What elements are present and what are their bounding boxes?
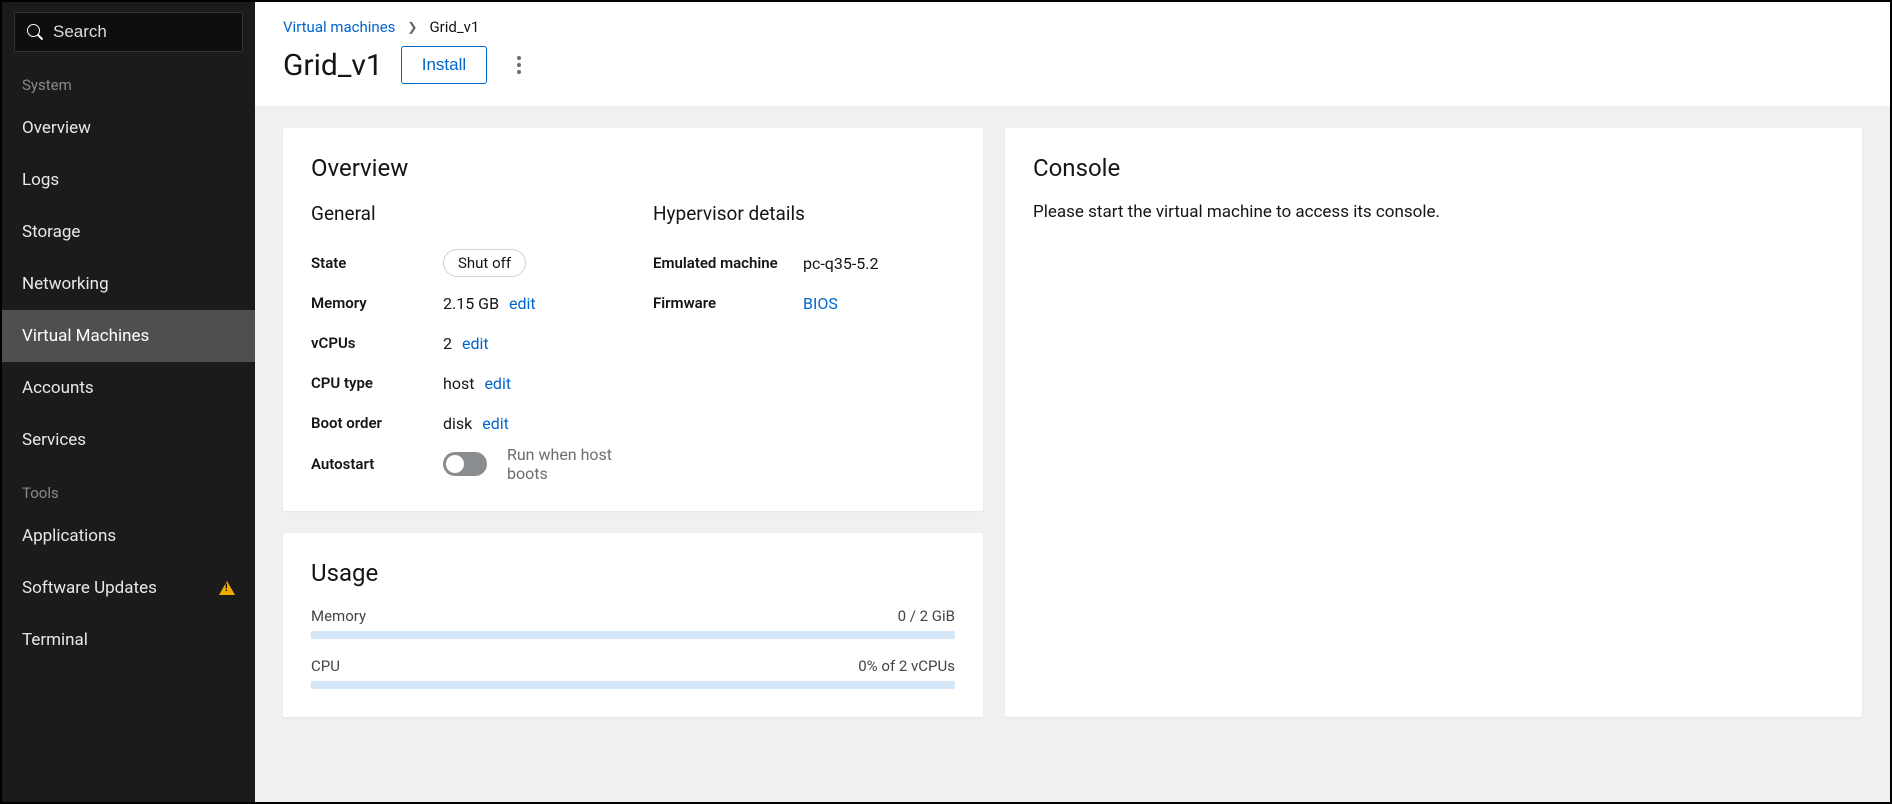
general-title: General [311, 202, 613, 225]
usage-card: Usage Memory 0 / 2 GiB CPU 0% of 2 vCPUs [283, 533, 983, 717]
vcpus-value: 2 [443, 334, 452, 353]
search-icon [27, 24, 43, 40]
state-label: State [311, 254, 443, 272]
autostart-label: Autostart [311, 455, 443, 473]
console-message: Please start the virtual machine to acce… [1033, 202, 1834, 222]
sidebar-item-accounts[interactable]: Accounts [2, 362, 255, 414]
memory-value: 2.15 GB [443, 294, 499, 313]
usage-cpu-bar [311, 681, 955, 689]
warning-icon [219, 581, 235, 595]
autostart-toggle[interactable] [443, 452, 487, 476]
sidebar: System Overview Logs Storage Networking … [2, 2, 255, 802]
boot-order-value: disk [443, 414, 472, 433]
sidebar-section-tools: Tools [2, 466, 255, 510]
breadcrumb-root[interactable]: Virtual machines [283, 18, 395, 36]
cpu-type-edit-link[interactable]: edit [484, 374, 511, 393]
search-box[interactable] [14, 12, 243, 52]
page-header: Virtual machines ❯ Grid_v1 Grid_v1 Insta… [255, 2, 1890, 106]
actions-menu-button[interactable] [505, 49, 533, 81]
boot-order-edit-link[interactable]: edit [482, 414, 509, 433]
emulated-value: pc-q35-5.2 [803, 254, 878, 273]
sidebar-item-logs[interactable]: Logs [2, 154, 255, 206]
cpu-type-value: host [443, 374, 474, 393]
sidebar-item-storage[interactable]: Storage [2, 206, 255, 258]
memory-label: Memory [311, 294, 443, 312]
overview-title: Overview [311, 154, 955, 182]
vcpus-label: vCPUs [311, 334, 443, 352]
cpu-type-label: CPU type [311, 374, 443, 392]
autostart-description: Run when host boots [507, 445, 613, 483]
sidebar-section-system: System [2, 58, 255, 102]
memory-edit-link[interactable]: edit [509, 294, 536, 313]
sidebar-item-overview[interactable]: Overview [2, 102, 255, 154]
usage-memory-value: 0 / 2 GiB [898, 607, 955, 625]
install-button[interactable]: Install [401, 46, 487, 84]
usage-memory-label: Memory [311, 607, 366, 625]
main: Virtual machines ❯ Grid_v1 Grid_v1 Insta… [255, 2, 1890, 802]
vcpus-edit-link[interactable]: edit [462, 334, 489, 353]
sidebar-item-services[interactable]: Services [2, 414, 255, 466]
sidebar-item-networking[interactable]: Networking [2, 258, 255, 310]
usage-memory-bar [311, 631, 955, 639]
overview-card: Overview General State Shut off Memory 2… [283, 128, 983, 511]
boot-order-label: Boot order [311, 414, 443, 432]
console-title: Console [1033, 154, 1834, 182]
sidebar-item-applications[interactable]: Applications [2, 510, 255, 562]
usage-cpu-label: CPU [311, 657, 340, 675]
sidebar-item-software-updates[interactable]: Software Updates [2, 562, 255, 614]
search-input[interactable] [53, 22, 230, 42]
emulated-label: Emulated machine [653, 254, 803, 272]
chevron-right-icon: ❯ [407, 20, 417, 34]
firmware-label: Firmware [653, 294, 803, 312]
sidebar-item-virtual-machines[interactable]: Virtual Machines [2, 310, 255, 362]
console-card: Console Please start the virtual machine… [1005, 128, 1862, 717]
hypervisor-title: Hypervisor details [653, 202, 955, 225]
usage-title: Usage [311, 559, 955, 587]
breadcrumb: Virtual machines ❯ Grid_v1 [283, 18, 1862, 36]
breadcrumb-current: Grid_v1 [429, 18, 479, 36]
firmware-link[interactable]: BIOS [803, 294, 838, 313]
page-title: Grid_v1 [283, 48, 383, 83]
state-badge: Shut off [443, 249, 526, 277]
sidebar-item-terminal[interactable]: Terminal [2, 614, 255, 666]
usage-cpu-value: 0% of 2 vCPUs [858, 657, 955, 675]
